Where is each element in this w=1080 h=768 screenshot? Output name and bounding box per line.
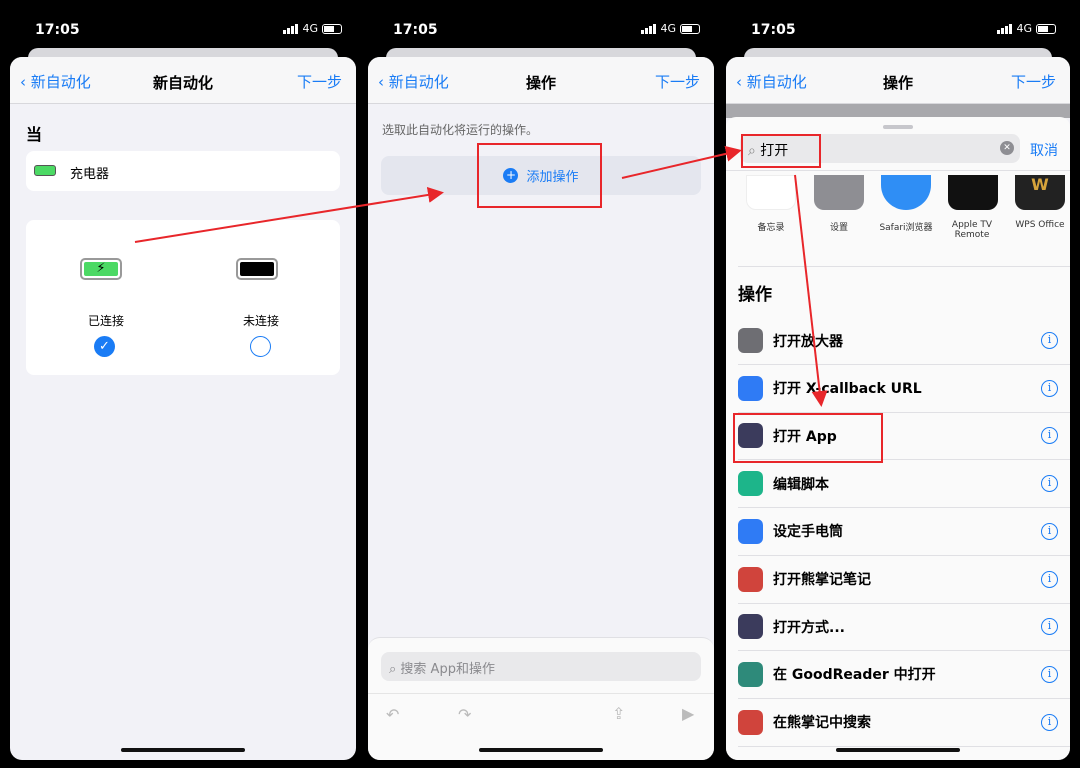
arrow [621,145,742,179]
arrow [134,187,444,243]
arrow [794,174,828,407]
annotation-arrows [134,145,828,407]
